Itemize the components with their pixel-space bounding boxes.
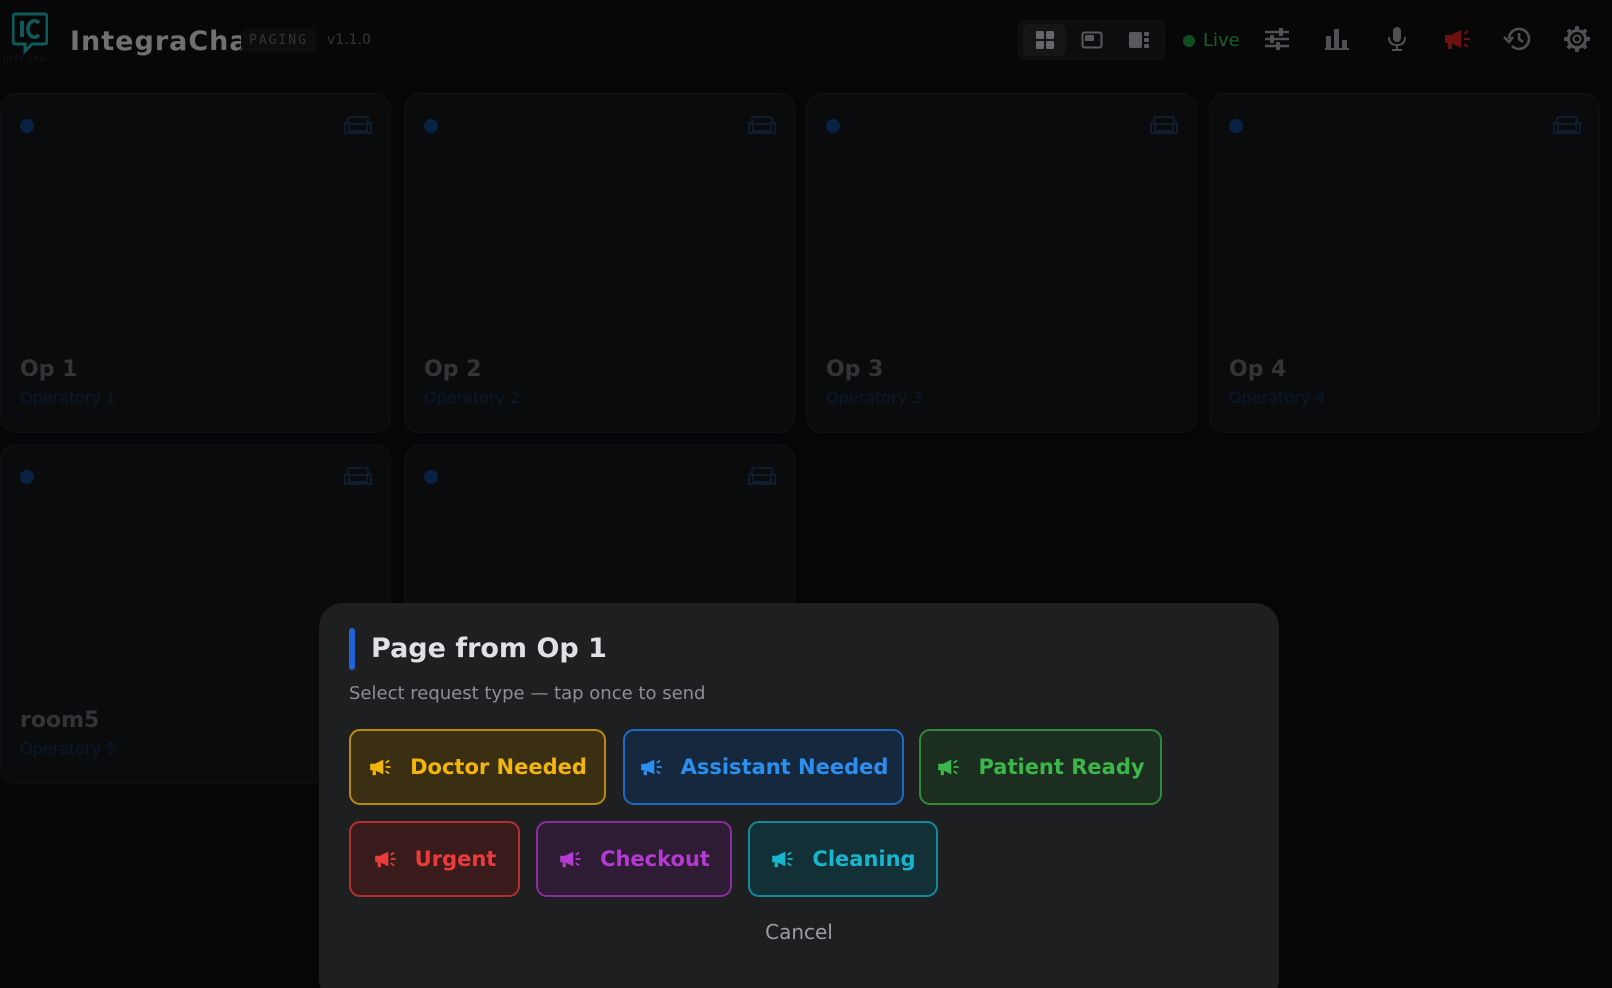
assistant-needed-button[interactable]: Assistant Needed — [623, 729, 904, 805]
urgent-label: Urgent — [414, 847, 497, 871]
megaphone-icon — [938, 759, 960, 776]
megaphone-icon — [370, 759, 391, 776]
page-request-modal: Page from Op 1 Select request type — tap… — [319, 603, 1279, 988]
megaphone-icon — [374, 851, 396, 868]
modal-title: Page from Op 1 — [371, 633, 607, 664]
megaphone-icon — [772, 851, 794, 868]
cleaning-button[interactable]: Cleaning — [748, 821, 938, 897]
patient-ready-button[interactable]: Patient Ready — [919, 729, 1162, 805]
urgent-button[interactable]: Urgent — [349, 821, 520, 897]
megaphone-icon — [560, 851, 581, 868]
cancel-button[interactable]: Cancel — [319, 920, 1279, 944]
checkout-button[interactable]: Checkout — [536, 821, 732, 897]
cleaning-label: Cleaning — [812, 847, 916, 871]
checkout-label: Checkout — [600, 847, 710, 871]
doctor-needed-button[interactable]: Doctor Needed — [349, 729, 606, 805]
assistant-needed-label: Assistant Needed — [680, 755, 889, 779]
doctor-needed-label: Doctor Needed — [410, 755, 587, 779]
patient-ready-label: Patient Ready — [978, 755, 1145, 779]
app-root: INTEGRA IntegraChat PAGING v1.1.0 Live O… — [0, 0, 1612, 988]
megaphone-icon — [640, 759, 662, 776]
title-accent-bar — [349, 628, 355, 670]
modal-subtitle: Select request type — tap once to send — [349, 683, 706, 704]
